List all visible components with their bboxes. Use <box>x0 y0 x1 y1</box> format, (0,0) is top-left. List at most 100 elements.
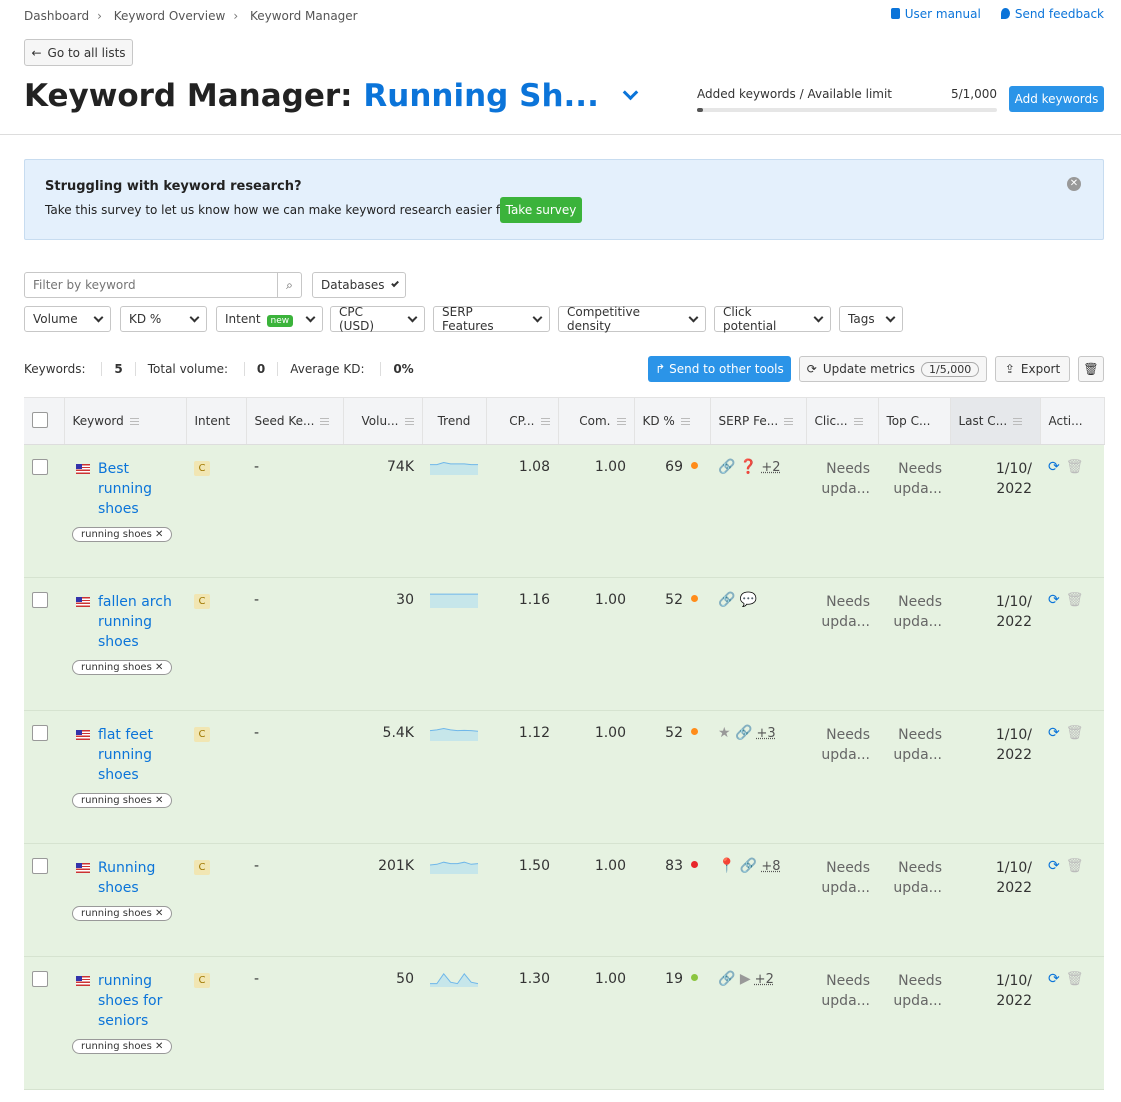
go-to-all-lists-button[interactable]: ← Go to all lists <box>24 39 133 66</box>
column-header[interactable]: CP... <box>486 397 559 445</box>
column-header[interactable]: SERP Fe... <box>710 397 807 445</box>
tag-chip[interactable]: running shoes ✕ <box>72 1039 173 1054</box>
more-serp-features[interactable]: +2 <box>755 972 774 987</box>
refresh-icon[interactable]: ⟳ <box>1048 858 1060 874</box>
databases-dropdown[interactable]: Databases <box>312 272 406 298</box>
filter-dropdown-serp-features[interactable]: SERP Features <box>433 305 550 333</box>
link-icon: 🔗 <box>718 459 736 475</box>
column-header[interactable]: Last C... <box>950 397 1041 445</box>
sort-icon[interactable] <box>129 418 139 425</box>
keyword-link[interactable]: Running shoes <box>98 858 178 898</box>
row-checkbox[interactable] <box>32 459 48 475</box>
refresh-icon[interactable]: ⟳ <box>1048 971 1060 987</box>
close-icon[interactable]: ✕ <box>155 662 163 673</box>
filter-dropdown-volume[interactable]: Volume <box>24 306 111 332</box>
take-survey-button[interactable]: Take survey <box>500 197 582 223</box>
trash-icon[interactable]: 🗑 <box>1066 459 1084 475</box>
more-serp-features[interactable]: +3 <box>756 726 775 741</box>
column-header[interactable]: Volu... <box>343 397 423 445</box>
column-header[interactable]: Top C... <box>878 397 951 445</box>
chevron-down-icon[interactable] <box>622 84 639 101</box>
review-icon: 💬 <box>739 592 758 608</box>
column-header[interactable]: Intent <box>186 397 247 445</box>
send-feedback-link[interactable]: Send feedback <box>1000 7 1104 21</box>
refresh-icon: ⟳ <box>806 362 817 376</box>
intent-badge: C <box>194 594 210 609</box>
chevron-down-icon <box>93 312 104 322</box>
pin-icon: 📍 <box>718 858 736 874</box>
close-icon[interactable]: ✕ <box>155 529 163 540</box>
sort-icon[interactable] <box>680 418 690 425</box>
survey-banner: Struggling with keyword research? Take t… <box>24 159 1104 240</box>
column-header[interactable]: Trend <box>422 397 487 445</box>
send-to-other-tools-button[interactable]: ↱ Send to other tools <box>648 356 791 382</box>
row-checkbox[interactable] <box>32 971 48 987</box>
chevron-down-icon <box>532 312 543 322</box>
tag-chip[interactable]: running shoes ✕ <box>72 906 173 921</box>
close-icon[interactable]: ✕ <box>1067 177 1081 191</box>
tag-chip[interactable]: running shoes ✕ <box>72 527 173 542</box>
column-header[interactable]: Clic... <box>806 397 879 445</box>
row-checkbox[interactable] <box>32 592 48 608</box>
trend-sparkline <box>429 727 479 741</box>
trash-icon[interactable]: 🗑 <box>1066 725 1084 741</box>
add-keywords-button[interactable]: Add keywords <box>1009 86 1104 112</box>
sort-icon[interactable] <box>784 418 794 425</box>
tag-chip[interactable]: running shoes ✕ <box>72 793 173 808</box>
sort-icon[interactable] <box>853 418 863 425</box>
export-button[interactable]: ⇪ Export <box>995 356 1070 382</box>
sort-icon[interactable] <box>540 418 550 425</box>
breadcrumb-dashboard[interactable]: Dashboard <box>24 9 89 23</box>
delete-button[interactable]: 🗑 <box>1078 356 1104 382</box>
keyword-link[interactable]: fallen arch running shoes <box>98 592 178 652</box>
row-checkbox[interactable] <box>32 725 48 741</box>
row-checkbox[interactable] <box>32 858 48 874</box>
update-metrics-button[interactable]: ⟳ Update metrics 1/5,000 <box>799 356 987 382</box>
tag-chip[interactable]: running shoes ✕ <box>72 660 173 675</box>
breadcrumb-keyword-overview[interactable]: Keyword Overview <box>114 9 226 23</box>
column-header[interactable]: Com. <box>558 397 635 445</box>
kd-dot <box>691 462 698 469</box>
trash-icon[interactable]: 🗑 <box>1066 858 1084 874</box>
filter-by-keyword: ⌕ <box>24 272 302 298</box>
link-icon: 🔗 <box>735 725 753 741</box>
refresh-icon[interactable]: ⟳ <box>1048 459 1060 475</box>
filter-dropdown-cpc-usd-[interactable]: CPC (USD) <box>330 305 425 333</box>
column-header[interactable]: Keyword <box>64 397 187 445</box>
keyword-filter-input[interactable] <box>25 273 277 297</box>
filter-dropdown-competitive-density[interactable]: Competitive density <box>558 305 706 333</box>
column-header[interactable]: Seed Ke... <box>246 397 344 445</box>
search-icon[interactable]: ⌕ <box>277 273 301 297</box>
column-header[interactable]: KD % <box>634 397 711 445</box>
chevron-down-icon <box>189 312 200 322</box>
refresh-icon[interactable]: ⟳ <box>1048 592 1060 608</box>
sort-icon[interactable] <box>1013 418 1023 425</box>
filter-dropdown-click-potential[interactable]: Click potential <box>714 305 831 333</box>
refresh-icon[interactable]: ⟳ <box>1048 725 1060 741</box>
trend-sparkline <box>430 461 478 475</box>
select-all-checkbox[interactable] <box>32 411 48 428</box>
sort-icon[interactable] <box>404 418 414 425</box>
filter-dropdown-intent[interactable]: Intent new <box>216 306 323 332</box>
kd-dot <box>691 861 698 868</box>
close-icon[interactable]: ✕ <box>155 795 163 806</box>
filter-dropdown-tags[interactable]: Tags <box>839 306 903 332</box>
trend-sparkline <box>429 861 479 874</box>
user-manual-link[interactable]: User manual <box>890 7 981 21</box>
keyword-link[interactable]: flat feet running shoes <box>98 725 178 785</box>
more-serp-features[interactable]: +8 <box>761 859 780 874</box>
trash-icon[interactable]: 🗑 <box>1066 592 1084 608</box>
keyword-link[interactable]: running shoes for seniors <box>98 971 178 1031</box>
more-serp-features[interactable]: +2 <box>761 460 780 475</box>
close-icon[interactable]: ✕ <box>155 908 163 919</box>
sort-icon[interactable] <box>616 418 626 425</box>
filter-dropdown-kd-[interactable]: KD % <box>120 306 207 332</box>
list-name[interactable]: Running Sh... <box>363 78 598 114</box>
select-all[interactable] <box>24 397 65 445</box>
close-icon[interactable]: ✕ <box>155 1041 163 1052</box>
trash-icon[interactable]: 🗑 <box>1066 971 1084 987</box>
us-flag-icon <box>76 863 90 873</box>
keyword-link[interactable]: Best running shoes <box>98 459 178 519</box>
sort-icon[interactable] <box>320 418 330 425</box>
column-header[interactable]: Acti... <box>1040 397 1105 445</box>
